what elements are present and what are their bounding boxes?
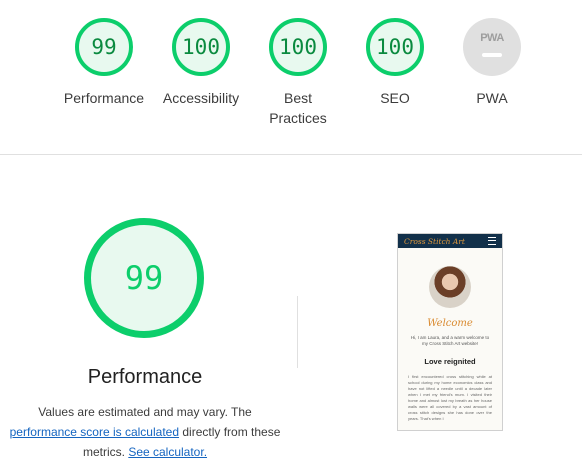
gauge-performance[interactable]: 99 Performance [54, 18, 154, 108]
thumb-heading: Love reignited [424, 357, 476, 366]
see-calculator-link[interactable]: See calculator. [128, 445, 207, 459]
score-value: 100 [376, 35, 414, 59]
section-divider [0, 154, 582, 155]
thumb-intro: Hi, I am Laura, and a warm welcome to my… [410, 335, 490, 346]
performance-note: Values are estimated and may vary. The p… [0, 402, 290, 462]
category-gauges: 99 Performance 100 Accessibility 100 Bes… [0, 0, 582, 155]
vertical-divider [297, 296, 298, 368]
final-screenshot-thumbnail[interactable]: Cross Stitch Art Welcome Hi, I am Laura,… [397, 233, 503, 431]
gauge-label: Best Practices [269, 90, 327, 126]
note-text: Values are estimated and may vary. The [38, 405, 252, 419]
thumb-welcome: Welcome [427, 318, 473, 329]
thumb-logo: Cross Stitch Art [404, 236, 465, 246]
score-ring: 99 [75, 18, 133, 76]
gauge-label: PWA [476, 90, 508, 106]
pwa-badge-text: PWA [480, 31, 504, 44]
score-value: 100 [182, 35, 220, 59]
performance-title: Performance [87, 366, 203, 388]
pwa-na-dash [482, 52, 502, 57]
gauge-pwa[interactable]: PWA PWA [442, 18, 542, 108]
score-ring: 100 [269, 18, 327, 76]
score-value: 99 [91, 35, 117, 59]
score-value: 100 [279, 35, 317, 59]
gauge-label: Performance [63, 90, 145, 106]
performance-score-value: 99 [124, 259, 164, 297]
gauge-label: SEO [380, 90, 410, 106]
profile-avatar [429, 266, 471, 308]
thumb-paragraph: I first encountered cross stitching whil… [408, 374, 492, 421]
gauge-seo[interactable]: 100 SEO [345, 18, 445, 108]
gauge-best-practices[interactable]: 100 Best Practices [248, 18, 348, 128]
score-ring: 100 [366, 18, 424, 76]
gauge-accessibility[interactable]: 100 Accessibility [151, 18, 251, 108]
gauge-label: Accessibility [162, 90, 240, 106]
thumb-navbar: Cross Stitch Art [398, 234, 502, 248]
performance-score-gauge: 99 [84, 218, 204, 338]
hamburger-menu-icon [488, 237, 496, 245]
pwa-badge-icon: PWA [463, 18, 521, 76]
score-calculation-link[interactable]: performance score is calculated [10, 425, 179, 439]
score-ring: 100 [172, 18, 230, 76]
